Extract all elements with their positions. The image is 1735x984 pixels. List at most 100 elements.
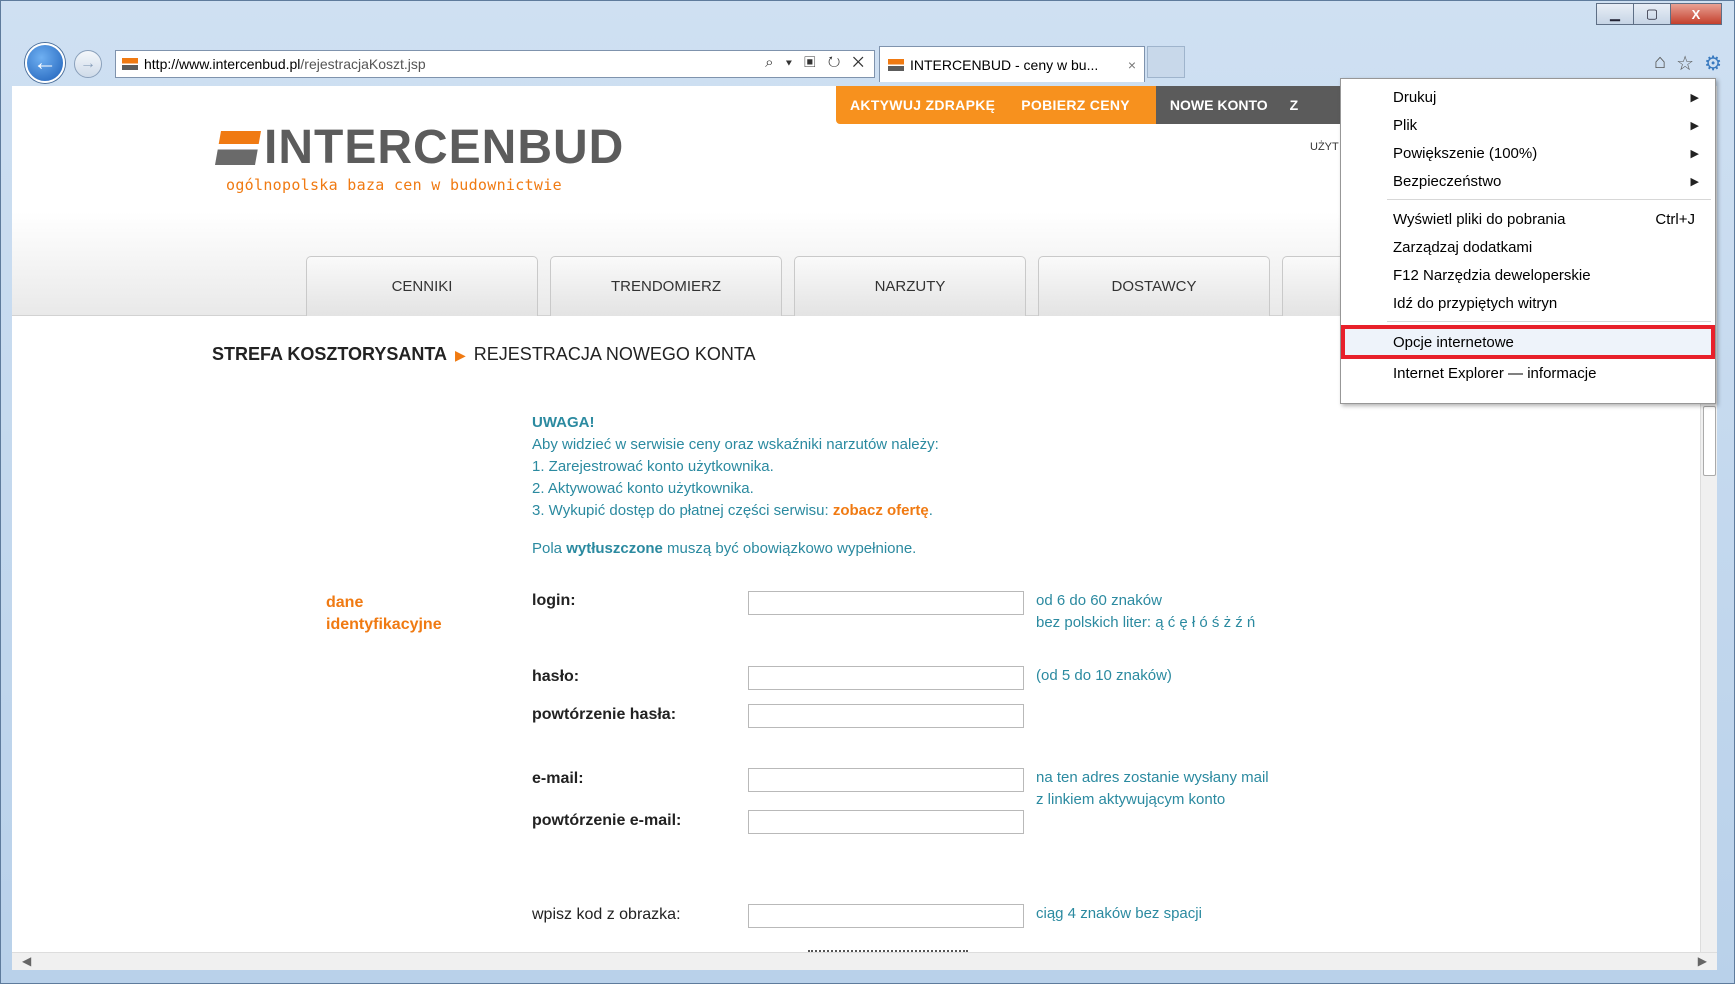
menu-item-addons[interactable]: Zarządzaj dodatkami (1341, 233, 1715, 261)
navigation-bar: ← → http://www.intercenbud.pl/rejestracj… (1, 41, 1734, 83)
activate-scratchcard-link[interactable]: AKTYWUJ ZDRAPKĘ (850, 97, 995, 113)
section-label-identity: dane identyfikacyjne (326, 592, 442, 636)
notice-line5-bold: wytłuszczone (566, 540, 663, 557)
breadcrumb-arrow-icon: ▶ (455, 347, 466, 363)
submenu-arrow-icon: ▶ (1690, 175, 1699, 188)
download-prices-link[interactable]: POBIERZ CENY (1021, 97, 1130, 113)
menu-tab-dostawcy[interactable]: DOSTAWCY (1038, 256, 1270, 316)
password-input[interactable] (748, 666, 1024, 690)
horizontal-scrollbar[interactable]: ◀ ▶ (12, 952, 1717, 970)
login-hint: od 6 do 60 znaków bez polskich liter: ą … (1036, 590, 1255, 634)
section-label-line2: identyfikacyjne (326, 616, 442, 633)
menu-item-downloads-shortcut: Ctrl+J (1655, 210, 1695, 228)
logo-mark-icon (215, 131, 261, 165)
menu-item-zoom[interactable]: Powiększenie (100%) ▶ (1341, 139, 1715, 167)
captcha-input[interactable] (748, 904, 1024, 928)
notice-line5-suffix: muszą być obowiązkowo wypełnione. (662, 540, 917, 557)
captcha-hint: ciąg 4 znaków bez spacji (1036, 905, 1202, 922)
password-label: hasło: (532, 668, 580, 685)
scroll-left-arrow-icon[interactable]: ◀ (22, 954, 31, 968)
menu-item-zoom-label: Powiększenie (100%) (1393, 144, 1538, 162)
menu-item-downloads-label: Wyświetl pliki do pobrania (1393, 210, 1566, 228)
menu-item-addons-label: Zarządzaj dodatkami (1393, 238, 1533, 256)
address-bar[interactable]: http://www.intercenbud.pl/rejestracjaKos… (115, 50, 875, 78)
orange-actions: AKTYWUJ ZDRAPKĘ POBIERZ CENY (836, 86, 1156, 124)
minimize-button[interactable]: ▁ (1596, 3, 1634, 25)
login-hint-line1: od 6 do 60 znaków (1036, 592, 1162, 609)
notice-line1: Aby widzieć w serwisie ceny oraz wskaźni… (532, 436, 939, 453)
top-action-strip: AKTYWUJ ZDRAPKĘ POBIERZ CENY NOWE KONTO … (836, 86, 1356, 124)
menu-item-about-ie-label: Internet Explorer — informacje (1393, 364, 1597, 382)
password-hint: (od 5 do 10 znaków) (1036, 667, 1172, 684)
home-icon[interactable]: ⌂ (1654, 51, 1666, 76)
notice-line5: Pola wytłuszczone muszą być obowiązkowo … (532, 538, 939, 560)
address-tools-icons[interactable]: ⌕ ▾ ▣ ↻ ✕ (765, 54, 868, 71)
tab-title: INTERCENBUD - ceny w bu... (910, 56, 1099, 73)
close-window-button[interactable]: X (1670, 3, 1722, 25)
tab-favicon-icon (888, 58, 904, 71)
menu-item-devtools[interactable]: F12 Narzędzia deweloperskie (1341, 261, 1715, 289)
login-link-partial[interactable]: Z (1290, 97, 1299, 113)
email-repeat-input[interactable] (748, 810, 1024, 834)
logo-text: INTERCENBUD (264, 121, 625, 174)
login-input[interactable] (748, 591, 1024, 615)
section-label-line1: dane (326, 594, 364, 611)
password-repeat-input[interactable] (748, 704, 1024, 728)
menu-item-downloads[interactable]: Wyświetl pliki do pobrania Ctrl+J (1341, 205, 1715, 233)
menu-tab-narzuty[interactable]: NARZUTY (794, 256, 1026, 316)
notice-line5-prefix: Pola (532, 540, 567, 557)
email-label: e-mail: (532, 770, 584, 787)
logo-subtitle: ogólnopolska baza cen w budownictwie (226, 176, 562, 194)
email-hint: na ten adres zostanie wysłany mail z lin… (1036, 767, 1269, 811)
login-hint-line2: bez polskich liter: ą ć ę ł ó ś ż ź ń (1036, 614, 1256, 631)
new-tab-button[interactable] (1147, 46, 1185, 78)
notice-line3: 2. Aktywować konto użytkownika. (532, 480, 754, 497)
url-path: /rejestracjaKoszt.jsp (300, 56, 426, 72)
new-account-link[interactable]: NOWE KONTO (1170, 97, 1268, 113)
favorites-star-icon[interactable]: ☆ (1676, 51, 1694, 76)
login-label: login: (532, 592, 576, 609)
submenu-arrow-icon: ▶ (1690, 147, 1699, 160)
back-arrow-icon[interactable]: ← (25, 43, 65, 83)
notice-line4-suffix: . (928, 502, 933, 519)
menu-item-file[interactable]: Plik ▶ (1341, 111, 1715, 139)
email-input[interactable] (748, 768, 1024, 792)
notice-heading: UWAGA! (532, 414, 595, 431)
tools-context-menu: Drukuj ▶ Plik ▶ Powiększenie (100%) ▶ Bezpi… (1340, 78, 1716, 404)
breadcrumb-root[interactable]: STREFA KOSZTORYSANTA (212, 344, 447, 364)
browser-tab[interactable]: INTERCENBUD - ceny w bu... × (879, 46, 1145, 82)
menu-separator (1387, 199, 1711, 200)
notice-line4-prefix: 3. Wykupić dostęp do płatnej części serw… (532, 502, 833, 519)
maximize-button[interactable]: ▢ (1633, 3, 1671, 25)
site-favicon-icon (122, 58, 138, 70)
notice-line2: 1. Zarejestrować konto użytkownika. (532, 458, 774, 475)
menu-item-internet-options-label: Opcje internetowe (1393, 333, 1514, 351)
menu-item-safety[interactable]: Bezpieczeństwo ▶ (1341, 167, 1715, 195)
see-offer-link[interactable]: zobacz ofertę (833, 502, 929, 519)
gear-icon[interactable]: ⚙ (1704, 51, 1722, 76)
menu-tab-cenniki[interactable]: CENNIKI (306, 256, 538, 316)
toolbar-icons: ⌂ ☆ ⚙ (1654, 51, 1722, 76)
submenu-arrow-icon: ▶ (1690, 119, 1699, 132)
menu-item-about-ie[interactable]: Internet Explorer — informacje (1341, 359, 1715, 387)
menu-tab-trendomierz[interactable]: TRENDOMIERZ (550, 256, 782, 316)
menu-item-devtools-label: F12 Narzędzia deweloperskie (1393, 266, 1591, 284)
registration-notice: UWAGA! Aby widzieć w serwisie ceny oraz … (532, 412, 939, 560)
submenu-arrow-icon: ▶ (1690, 91, 1699, 104)
menu-item-pinned-sites-label: Idź do przypiętych witryn (1393, 294, 1558, 312)
scroll-right-arrow-icon[interactable]: ▶ (1698, 954, 1707, 968)
menu-item-pinned-sites[interactable]: Idź do przypiętych witryn (1341, 289, 1715, 317)
forward-arrow-icon[interactable]: → (74, 50, 102, 78)
tab-close-icon[interactable]: × (1128, 57, 1136, 73)
vertical-scroll-thumb[interactable] (1703, 406, 1716, 476)
dark-actions: NOWE KONTO Z (1155, 86, 1356, 124)
email-repeat-label: powtórzenie e-mail: (532, 812, 682, 829)
menu-separator (1387, 321, 1711, 322)
breadcrumb: STREFA KOSZTORYSANTA ▶ REJESTRACJA NOWEGO … (212, 344, 756, 365)
captcha-label: wpisz kod z obrazka: (532, 906, 681, 923)
menu-item-internet-options[interactable]: Opcje internetowe (1341, 325, 1715, 359)
url-host: http://www.intercenbud.pl (144, 56, 301, 72)
breadcrumb-current: REJESTRACJA NOWEGO KONTA (473, 344, 756, 364)
menu-item-print[interactable]: Drukuj ▶ (1341, 83, 1715, 111)
site-logo[interactable]: INTERCENBUD ogólnopolska baza cen w budo… (215, 121, 625, 194)
